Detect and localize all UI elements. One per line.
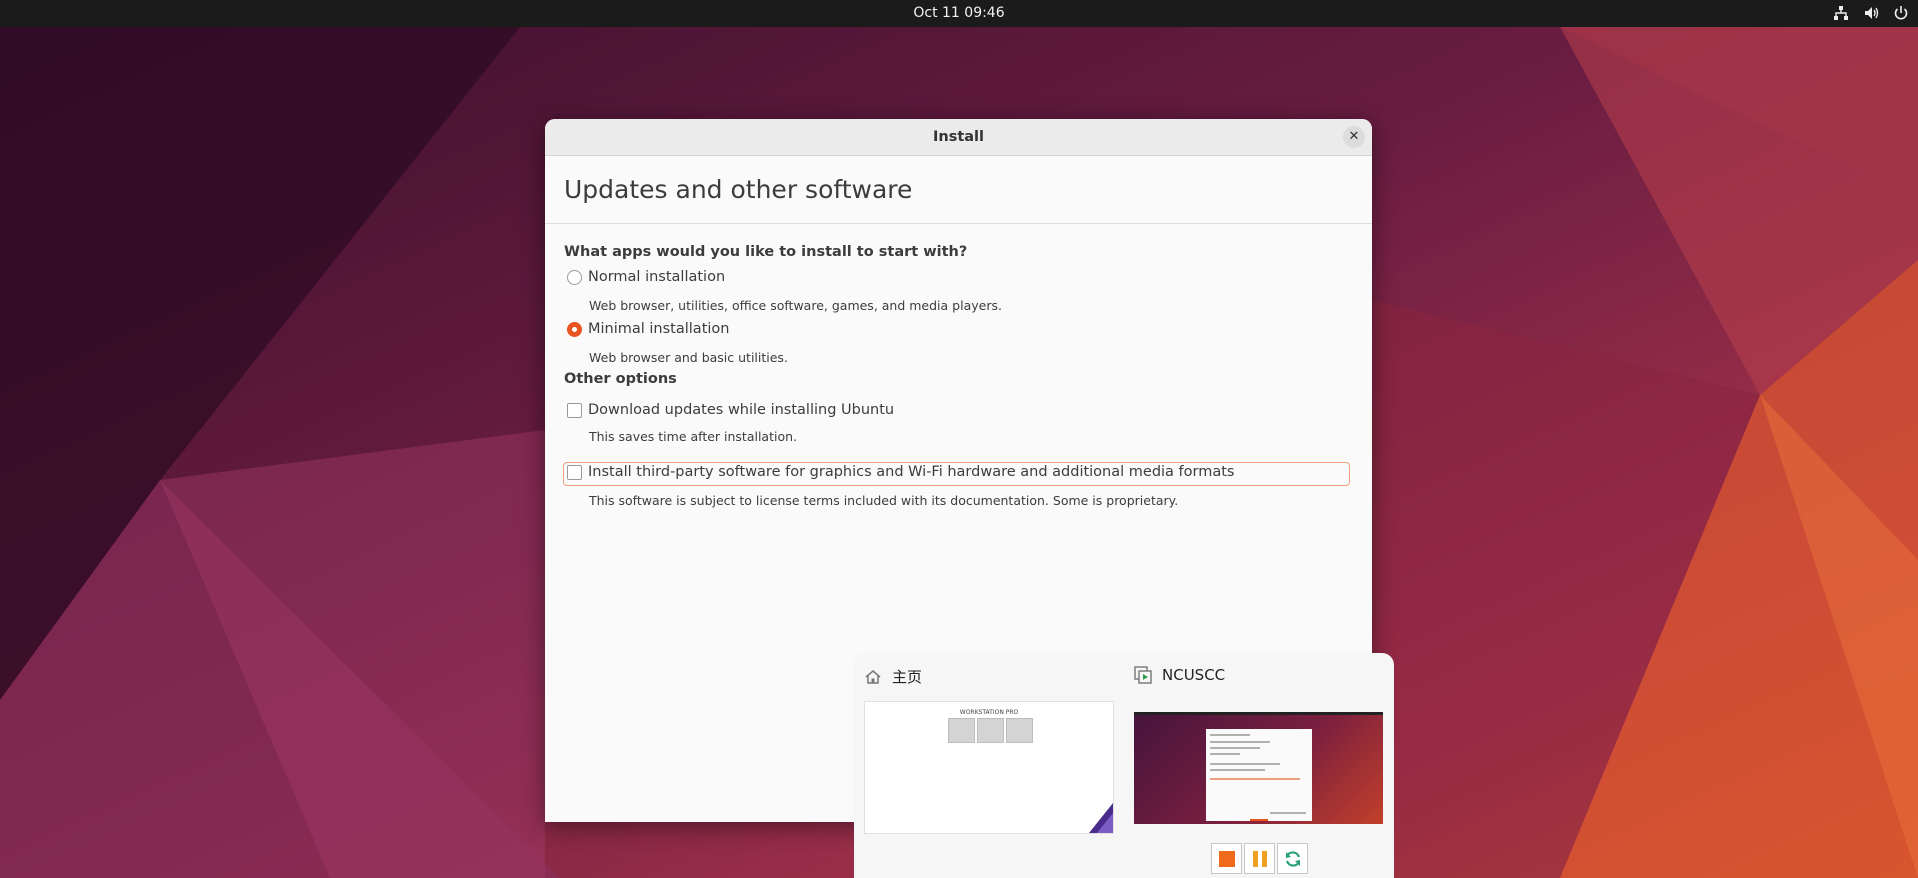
vm-controls (1211, 843, 1308, 874)
radio-unselected[interactable] (567, 269, 582, 285)
normal-installation-label[interactable]: Normal installation (588, 269, 725, 285)
restart-button[interactable] (1277, 843, 1308, 874)
window-title-label: 主页 (892, 668, 923, 686)
checkbox-unchecked[interactable] (567, 464, 582, 480)
radio-selected[interactable] (567, 321, 582, 337)
page-title: Updates and other software (564, 175, 913, 204)
close-button[interactable]: ✕ (1343, 126, 1365, 148)
dialog-titlebar[interactable]: Install ✕ (545, 119, 1372, 156)
download-updates-label[interactable]: Download updates while installing Ubuntu (588, 402, 894, 418)
pause-icon (1252, 850, 1267, 867)
window-switcher: 主页 WORKSTATION PRO NCUSCC (854, 653, 1394, 878)
window-title-vm: NCUSCC (1134, 666, 1225, 684)
window-title-home: 主页 (864, 666, 922, 687)
minimal-installation-label[interactable]: Minimal installation (588, 321, 729, 337)
vm-icon (1134, 666, 1152, 684)
close-icon: ✕ (1348, 129, 1360, 144)
thumbnail-brand: WORKSTATION PRO (959, 709, 1019, 716)
checkbox-unchecked[interactable] (567, 402, 582, 418)
third-party-software-checkbox[interactable]: Install third-party software for graphic… (567, 464, 1234, 480)
window-thumbnail-vm[interactable] (1134, 712, 1383, 824)
third-party-software-label[interactable]: Install third-party software for graphic… (588, 464, 1234, 480)
clock[interactable]: Oct 11 09:46 (0, 0, 1918, 27)
normal-installation-description: Web browser, utilities, office software,… (589, 298, 1002, 313)
power-icon[interactable] (1892, 4, 1910, 22)
window-thumbnail-home[interactable]: WORKSTATION PRO (864, 701, 1114, 834)
download-updates-checkbox[interactable]: Download updates while installing Ubuntu (567, 402, 894, 418)
network-icon[interactable] (1832, 4, 1850, 22)
system-tray[interactable] (1832, 4, 1910, 22)
stop-button[interactable] (1211, 843, 1242, 874)
stop-icon (1218, 850, 1235, 867)
install-type-question: What apps would you like to install to s… (564, 244, 968, 260)
volume-icon[interactable] (1862, 4, 1880, 22)
thumbnail-logo-corner (1089, 803, 1113, 833)
dialog-title: Install (932, 129, 984, 145)
download-updates-description: This saves time after installation. (589, 429, 798, 444)
third-party-software-description: This software is subject to license term… (589, 493, 1179, 508)
divider (545, 223, 1372, 224)
other-options-heading: Other options (564, 371, 677, 387)
top-bar: Oct 11 09:46 (0, 0, 1918, 27)
minimal-installation-radio[interactable]: Minimal installation (567, 321, 729, 337)
normal-installation-radio[interactable]: Normal installation (567, 269, 725, 285)
pause-button[interactable] (1244, 843, 1275, 874)
home-icon (864, 668, 882, 686)
thumbnail-tiles (948, 718, 1033, 743)
window-title-label: NCUSCC (1162, 666, 1226, 684)
thumbnail-dialog (1206, 729, 1312, 821)
minimal-installation-description: Web browser and basic utilities. (589, 350, 788, 365)
restart-icon (1285, 850, 1300, 867)
